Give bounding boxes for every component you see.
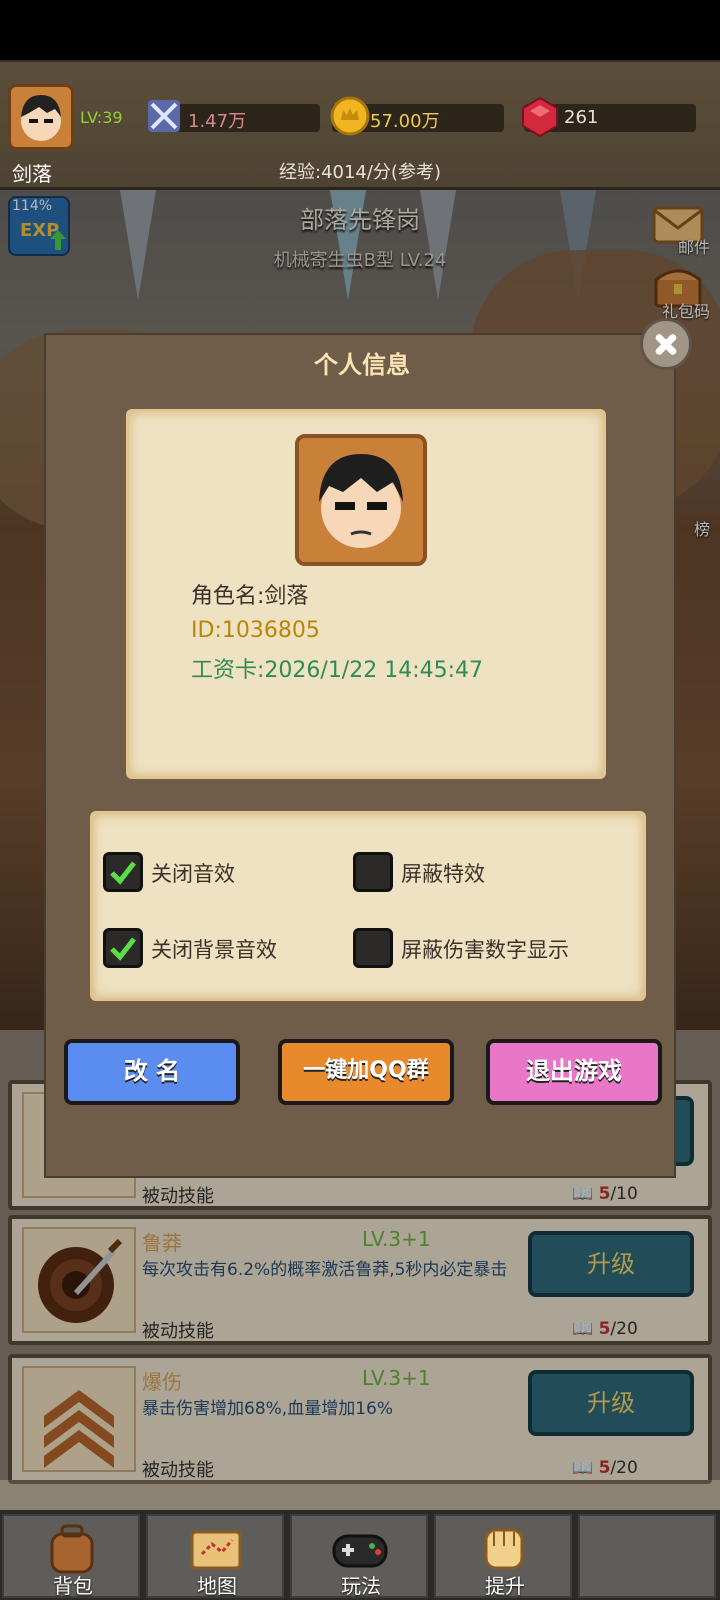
- nav-play[interactable]: 玩法: [290, 1514, 428, 1598]
- nav-upgrade[interactable]: 提升: [434, 1514, 572, 1598]
- checkmark-icon: [110, 937, 136, 961]
- gem-value: 261: [564, 107, 599, 128]
- ruby-gem-icon: [522, 96, 558, 138]
- nav-map[interactable]: 地图: [146, 1514, 284, 1598]
- fist-icon: [484, 1528, 524, 1570]
- gold-coin-icon: [330, 96, 370, 136]
- profile-avatar: [295, 434, 427, 566]
- nav-bag[interactable]: 背包: [2, 1514, 140, 1598]
- salary-card: 工资卡:2026/1/22 14:45:47: [191, 658, 484, 683]
- settings-panel: 关闭音效 屏蔽特效 关闭背景音效 屏蔽伤害数字显示: [90, 811, 646, 1001]
- crossed-swords-icon: [148, 100, 180, 132]
- nav-map-label: 地图: [197, 1574, 237, 1598]
- player-level: LV:39: [80, 108, 123, 127]
- gold-value: 57.00万: [370, 111, 440, 132]
- close-icon[interactable]: [640, 318, 692, 370]
- avatar-face-icon: [21, 95, 61, 141]
- mute-sfx-checkbox[interactable]: [103, 852, 143, 892]
- mute-bgm-label: 关闭背景音效: [151, 938, 277, 962]
- hide-damage-numbers-checkbox[interactable]: [353, 928, 393, 968]
- dialog-title: 个人信息: [314, 351, 410, 379]
- hide-effects-label: 屏蔽特效: [401, 862, 485, 886]
- gamepad-icon: [332, 1534, 388, 1568]
- exit-game-button[interactable]: 退出游戏: [486, 1039, 662, 1105]
- checkmark-icon: [110, 861, 136, 885]
- mute-sfx-label: 关闭音效: [151, 862, 235, 886]
- profile-info-panel: 角色名:剑落 ID:1036805 工资卡:2026/1/22 14:45:47: [126, 409, 606, 779]
- nav-upgrade-label: 提升: [485, 1574, 525, 1598]
- player-avatar[interactable]: [8, 84, 74, 150]
- status-bar: [0, 0, 720, 60]
- join-qq-group-button[interactable]: 一键加QQ群: [278, 1039, 454, 1105]
- player-id: ID:1036805: [191, 618, 320, 643]
- power-value: 1.47万: [188, 111, 247, 132]
- profile-dialog: 个人信息 角色名:剑落 ID:1036805 工资卡:2026/1/22 14:…: [44, 333, 676, 1178]
- role-name: 角色名:剑落: [191, 584, 309, 609]
- hide-damage-numbers-label: 屏蔽伤害数字显示: [401, 938, 569, 962]
- nav-empty-slot[interactable]: [578, 1514, 716, 1598]
- mute-bgm-checkbox[interactable]: [103, 928, 143, 968]
- map-scroll-icon: [190, 1530, 242, 1570]
- hide-effects-checkbox[interactable]: [353, 852, 393, 892]
- exp-rate: 经验:4014/分(参考): [279, 162, 441, 183]
- nav-bag-label: 背包: [53, 1574, 93, 1598]
- backpack-icon: [50, 1524, 94, 1574]
- rename-button[interactable]: 改 名: [64, 1039, 240, 1105]
- avatar-face-icon: [319, 454, 403, 548]
- nav-play-label: 玩法: [341, 1574, 381, 1598]
- bottom-nav: 背包 地图 玩法 提升: [0, 1510, 720, 1600]
